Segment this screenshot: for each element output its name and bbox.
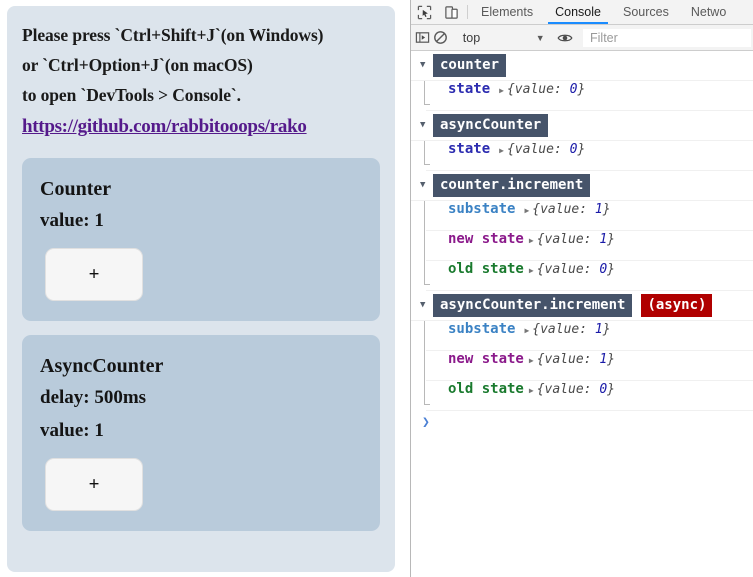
execution-context-select[interactable]: top ▼ [455, 28, 551, 48]
log-value: {value: 0} [506, 82, 586, 97]
chevron-down-icon: ▼ [535, 32, 545, 43]
object-expander-icon[interactable]: ▶ [524, 206, 529, 215]
prompt-caret-icon: ❯ [422, 414, 430, 430]
console-group-label: asyncCounter [433, 114, 549, 137]
disclosure-triangle-icon[interactable]: ▼ [420, 301, 433, 310]
async-badge: (async) [641, 294, 713, 317]
console-group: ▼ asyncCounter.increment (async) substat… [411, 291, 753, 411]
console-log-row: new state ▶ {value: 1} [426, 351, 753, 381]
console-log-row: substate ▶ {value: 1} [426, 321, 753, 351]
log-key: old state [448, 381, 524, 397]
async-counter-increment-button[interactable]: + [45, 458, 143, 511]
tab-console[interactable]: Console [544, 0, 612, 24]
log-value: {value: 1} [536, 352, 615, 367]
console-group-header[interactable]: ▼ asyncCounter.increment (async) [411, 291, 753, 321]
log-value: {value: 0} [506, 142, 586, 157]
devtools-panel: Elements Console Sources Netwo top ▼ Fil… [410, 0, 753, 577]
disclosure-triangle-icon[interactable]: ▼ [420, 61, 433, 70]
instruction-line-1: Please press `Ctrl+Shift+J`(on Windows) [22, 25, 324, 45]
console-log-row: new state ▶ {value: 1} [426, 231, 753, 261]
console-log-row: state ▶ {value: 0} [426, 81, 753, 111]
object-expander-icon[interactable]: ▶ [529, 386, 534, 395]
console-sidebar-icon[interactable] [413, 30, 431, 45]
counter-value-row: value: 1 [40, 210, 104, 231]
counter-card-title: Counter [40, 178, 112, 200]
page-preview-pane: Please press `Ctrl+Shift+J`(on Windows) … [0, 0, 410, 577]
log-key: substate [448, 321, 516, 337]
object-expander-icon[interactable]: ▶ [529, 236, 534, 245]
execution-context-value: top [462, 30, 481, 45]
console-group-items: state ▶ {value: 0} [411, 81, 753, 111]
async-counter-delay-row: delay: 500ms [40, 387, 147, 408]
console-output[interactable]: ▼ counter state ▶ {value: 0} ▼ asyncCoun… [411, 51, 753, 577]
log-key: state [448, 141, 491, 157]
console-group-header[interactable]: ▼ asyncCounter [411, 111, 753, 141]
log-key: old state [448, 261, 524, 277]
console-group-header[interactable]: ▼ counter.increment [411, 171, 753, 201]
console-group-items: substate ▶ {value: 1} new state ▶ {value… [411, 321, 753, 411]
tabbar-divider [467, 5, 468, 19]
console-toolbar: top ▼ [411, 25, 753, 51]
console-group-label: counter [433, 54, 507, 77]
log-key: new state [448, 231, 524, 247]
log-value: {value: 1} [532, 202, 611, 217]
log-value: {value: 0} [536, 382, 615, 397]
object-expander-icon[interactable]: ▶ [529, 356, 534, 365]
tab-network[interactable]: Netwo [680, 0, 737, 24]
console-group-header[interactable]: ▼ counter [411, 51, 753, 81]
console-group-items: substate ▶ {value: 1} new state ▶ {value… [411, 201, 753, 291]
console-log-row: substate ▶ {value: 1} [426, 201, 753, 231]
console-group: ▼ counter.increment substate ▶ {value: 1… [411, 171, 753, 291]
async-counter-value-row: value: 1 [40, 420, 104, 441]
async-counter-card: AsyncCounter delay: 500ms value: 1 + [22, 335, 380, 531]
inspect-element-icon[interactable] [411, 0, 438, 24]
devtools-tabbar: Elements Console Sources Netwo [411, 0, 753, 25]
live-expression-eye-icon[interactable] [556, 30, 574, 46]
log-key: new state [448, 351, 524, 367]
instructions-block: Please press `Ctrl+Shift+J`(on Windows) … [22, 20, 380, 110]
log-key: substate [448, 201, 516, 217]
demo-app-container: Please press `Ctrl+Shift+J`(on Windows) … [7, 6, 395, 572]
object-expander-icon[interactable]: ▶ [529, 266, 534, 275]
console-group-items: state ▶ {value: 0} [411, 141, 753, 171]
log-value: {value: 1} [532, 322, 611, 337]
instruction-line-2: or `Ctrl+Option+J`(on macOS) [22, 55, 253, 75]
log-value: {value: 1} [536, 232, 615, 247]
log-key: state [448, 81, 491, 97]
console-log-row: state ▶ {value: 0} [426, 141, 753, 171]
disclosure-triangle-icon[interactable]: ▼ [420, 121, 433, 130]
console-log-row: old state ▶ {value: 0} [426, 261, 753, 291]
device-toolbar-icon[interactable] [438, 0, 465, 24]
console-group: ▼ counter state ▶ {value: 0} [411, 51, 753, 111]
counter-card: Counter value: 1 + [22, 158, 380, 321]
instruction-line-3: to open `DevTools > Console`. [22, 85, 241, 105]
object-expander-icon[interactable]: ▶ [499, 86, 504, 95]
disclosure-triangle-icon[interactable]: ▼ [420, 181, 433, 190]
clear-console-icon[interactable] [431, 30, 449, 45]
object-expander-icon[interactable]: ▶ [499, 146, 504, 155]
log-value: {value: 0} [536, 262, 615, 277]
console-group-label: asyncCounter.increment [433, 294, 633, 317]
tab-elements[interactable]: Elements [470, 0, 544, 24]
console-prompt[interactable]: ❯ [411, 411, 753, 433]
tab-sources[interactable]: Sources [612, 0, 680, 24]
console-group-label: counter.increment [433, 174, 591, 197]
app-root: Please press `Ctrl+Shift+J`(on Windows) … [0, 0, 753, 577]
async-counter-card-title: AsyncCounter [40, 355, 164, 377]
object-expander-icon[interactable]: ▶ [524, 326, 529, 335]
counter-increment-button[interactable]: + [45, 248, 143, 301]
console-log-row: old state ▶ {value: 0} [426, 381, 753, 411]
repo-link[interactable]: https://github.com/rabbitooops/rako [22, 112, 307, 142]
console-group: ▼ asyncCounter state ▶ {value: 0} [411, 111, 753, 171]
console-filter-input[interactable] [583, 28, 752, 47]
